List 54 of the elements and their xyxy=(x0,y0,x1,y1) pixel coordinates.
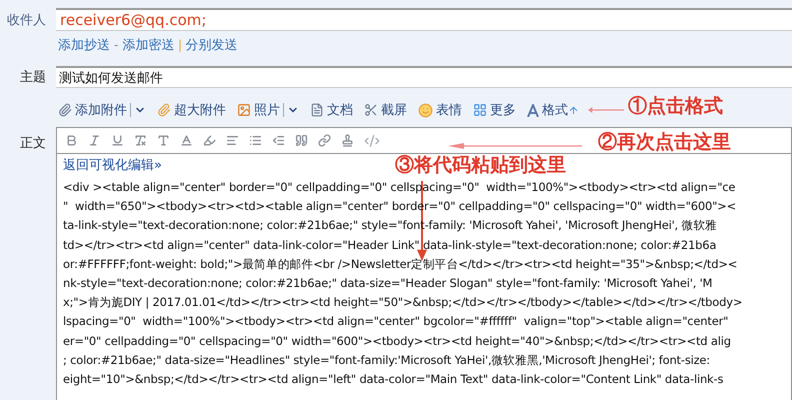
toolbar-button[interactable]: 更多 xyxy=(473,100,516,120)
paperclip-icon xyxy=(58,103,72,117)
separator: - xyxy=(114,36,118,54)
recipient-option-link[interactable]: 添加抄送 xyxy=(58,35,110,55)
recipient-field[interactable]: receiver6@qq.com; xyxy=(56,8,792,31)
back-to-visual-link[interactable]: 返回可视化编辑» xyxy=(63,156,162,174)
highlight-icon[interactable] xyxy=(203,134,216,147)
underline-icon[interactable] xyxy=(111,134,124,147)
code-line: eight="10">&nbsp;</td></tr><tr><td align="left" data-color="Main Text" data-link-color="Content Link" data-link-s xyxy=(63,370,724,388)
recipient-option-link[interactable]: 添加密送 xyxy=(122,35,174,55)
code-line: x;">肯为旎DIY | 2017.01.01</td></tr><tr><td height="50">&nbsp;</td></tr></tbody></table></td></tr></tbody> xyxy=(63,294,742,312)
arrow-annotation xyxy=(588,107,624,113)
subject-field[interactable]: 测试如何发送邮件 xyxy=(56,66,792,88)
font-color-icon[interactable] xyxy=(180,134,193,147)
paperclip-icon xyxy=(157,103,171,117)
stamp-icon[interactable] xyxy=(341,134,354,147)
toolbar-button[interactable]: 超大附件 xyxy=(157,100,226,120)
toolbar-button[interactable]: 表情 xyxy=(418,100,462,120)
letter-a-icon xyxy=(527,104,539,116)
field-label: 主题 xyxy=(19,68,47,86)
toolbar-button[interactable]: 添加附件 xyxy=(58,100,127,120)
code-line: er="0" cellpadding="0" cellspacing="0" width="600"><tbody><tr><td height="40">&nbsp;</td></tr><tr><td alig xyxy=(63,332,731,350)
code-line: lspacing="0" width="100%"><tbody><tr><td align="center" bgcolor="#ffffff" valign="top"><table align="center" xyxy=(63,313,728,330)
list-icon[interactable] xyxy=(249,134,262,147)
align-icon[interactable] xyxy=(226,134,239,147)
recipient-option-link[interactable]: 分别发送 xyxy=(186,35,238,55)
code-line: or:#FFFFFF;font-weight: bold;">最简单的邮件<br />Newsletter定制平台</td></tr><tr><td height="35">&nbsp;</td>< xyxy=(63,256,738,273)
scissors-icon xyxy=(364,103,378,117)
toolbar-button[interactable]: 照片 xyxy=(237,100,280,120)
toolbar-button[interactable]: 截屏 xyxy=(364,100,407,120)
code-line: td></tr><tr><td align="center" data-link-color="Header Link" data-link-style="text-decoration:none; color:#21b6a xyxy=(63,236,716,254)
document-icon xyxy=(310,103,324,117)
quote-icon[interactable] xyxy=(295,134,308,147)
toolbar-button[interactable]: 文档 xyxy=(310,100,353,120)
photo-icon xyxy=(237,103,251,117)
source-code-icon[interactable] xyxy=(364,132,380,148)
field-label: 正文 xyxy=(19,134,47,152)
bold-icon[interactable] xyxy=(65,134,78,147)
grid-icon xyxy=(473,103,487,117)
font-size-icon[interactable] xyxy=(157,134,170,147)
code-line: nk-style="text-decoration:none; color:#21b6ae;" data-size="Header Slogan" style="font-family: 'Microsoft Yahei', 'M xyxy=(63,274,712,292)
toolbar-button[interactable]: 格式 xyxy=(527,100,579,120)
annotation-text: ②再次点击这里 xyxy=(598,132,731,154)
separator: | xyxy=(178,36,182,54)
code-line: ; color:#21b6ae;" data-size="Headlines" style="font-family:'Microsoft YaHei',微软雅黑,'Microsoft JhengHei'; font-size: xyxy=(63,352,710,369)
annotation-text: ③将代码粘贴到这里 xyxy=(395,155,566,177)
clear-format-icon[interactable] xyxy=(134,134,147,147)
field-label: 收件人 xyxy=(6,10,47,29)
indent-icon[interactable] xyxy=(272,134,285,147)
annotation-text: ①点击格式 xyxy=(628,96,723,118)
smiley-icon xyxy=(418,102,433,118)
up-arrow-icon xyxy=(568,104,579,116)
link-icon[interactable] xyxy=(318,134,331,147)
italic-icon[interactable] xyxy=(88,134,101,147)
